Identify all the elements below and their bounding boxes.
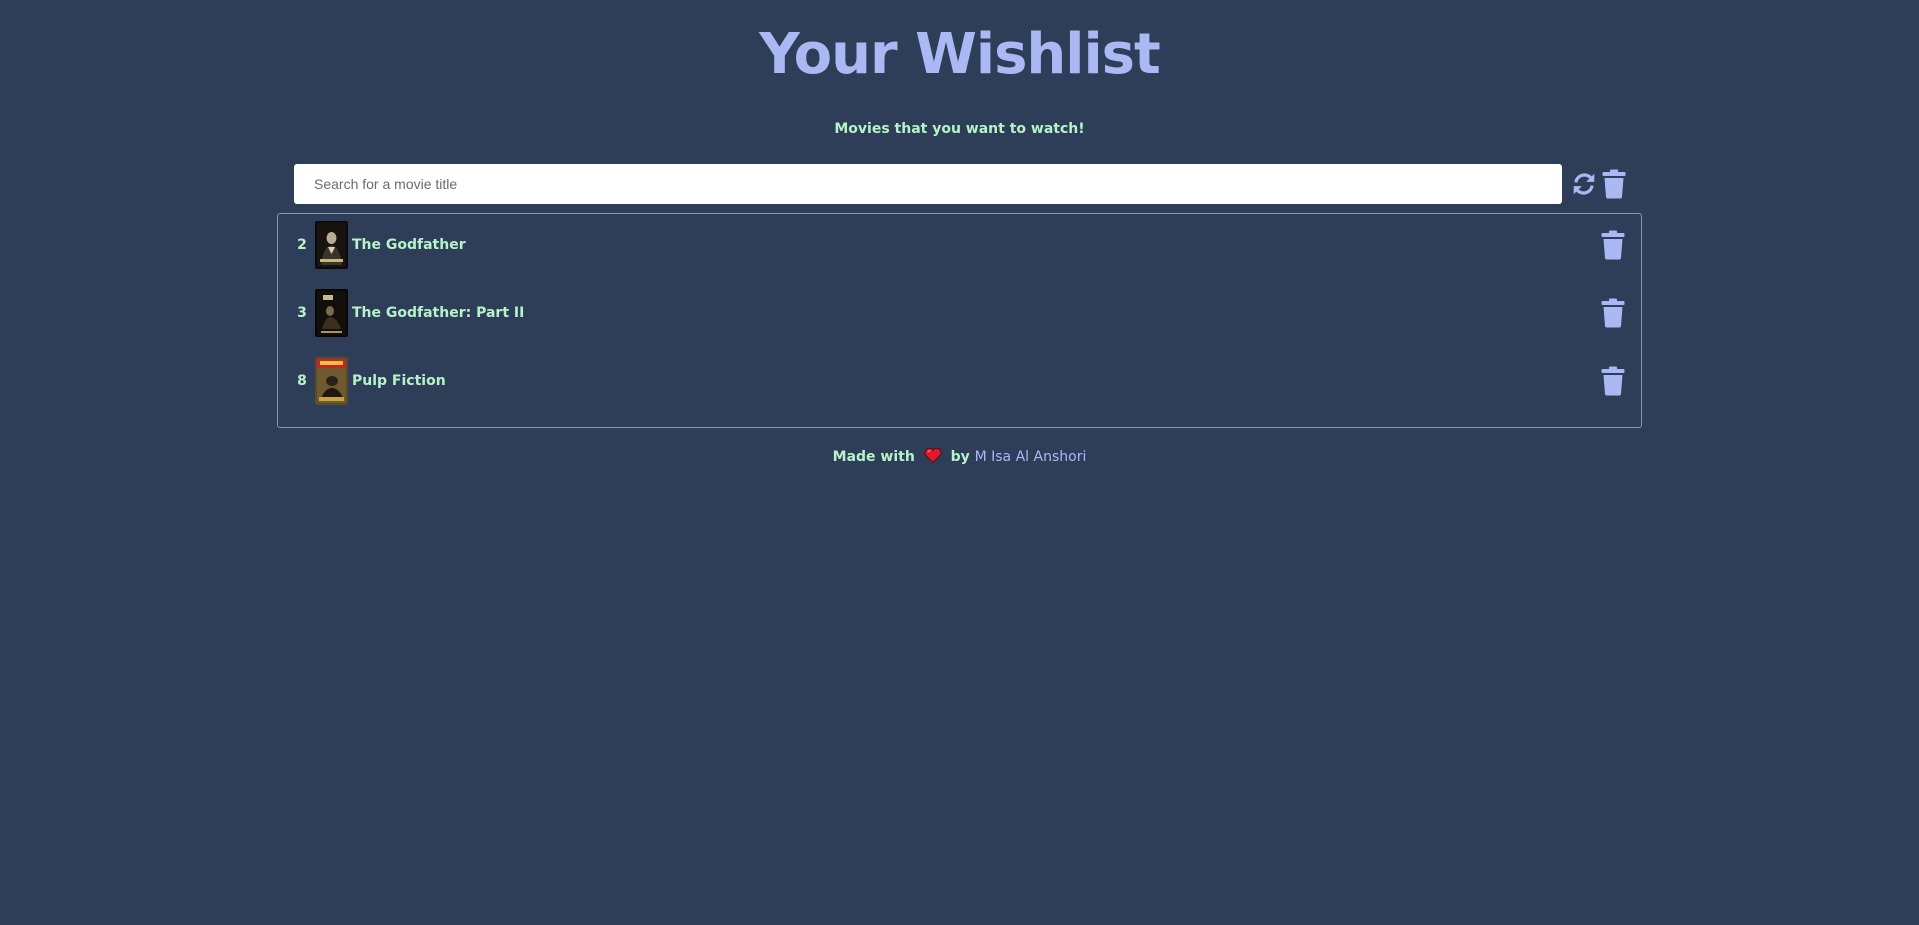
- footer: Made with by M Isa Al Anshori: [0, 447, 1919, 467]
- trash-icon: [1601, 366, 1625, 396]
- movie-rank: 2: [297, 237, 307, 253]
- search-input[interactable]: [294, 164, 1562, 204]
- movie-title: The Godfather: [352, 237, 466, 253]
- list-item: 3 The Godfather: Part II: [278, 288, 1641, 338]
- movie-poster: [315, 289, 348, 337]
- movie-title: The Godfather: Part II: [352, 305, 525, 321]
- delete-movie-button[interactable]: [1600, 298, 1626, 328]
- movie-poster: [315, 221, 348, 269]
- delete-movie-button[interactable]: [1600, 366, 1626, 396]
- list-item: 8 Pulp Fiction: [278, 356, 1641, 406]
- movie-rank: 3: [297, 305, 307, 321]
- movie-poster: [315, 357, 348, 405]
- footer-made-with: Made with: [832, 449, 915, 465]
- page-subtitle: Movies that you want to watch!: [834, 121, 1085, 137]
- footer-by: by: [950, 449, 970, 465]
- clear-all-button[interactable]: [1600, 168, 1628, 200]
- heart-icon: [924, 447, 942, 467]
- movie-rank: 8: [297, 373, 307, 389]
- list-item: 2 The Godfather: [278, 220, 1641, 270]
- refresh-icon: [1573, 173, 1595, 195]
- search-bar: [294, 164, 1630, 204]
- movie-title: Pulp Fiction: [352, 373, 446, 389]
- trash-icon: [1602, 169, 1626, 199]
- wishlist: 2 The Godfather 3 The Godfather: Part II…: [277, 213, 1642, 428]
- trash-icon: [1601, 298, 1625, 328]
- author-link[interactable]: M Isa Al Anshori: [975, 449, 1087, 465]
- delete-movie-button[interactable]: [1600, 230, 1626, 260]
- page: Your Wishlist Movies that you want to wa…: [0, 0, 1919, 925]
- trash-icon: [1601, 230, 1625, 260]
- refresh-button[interactable]: [1570, 168, 1598, 200]
- page-title: Your Wishlist: [759, 22, 1161, 87]
